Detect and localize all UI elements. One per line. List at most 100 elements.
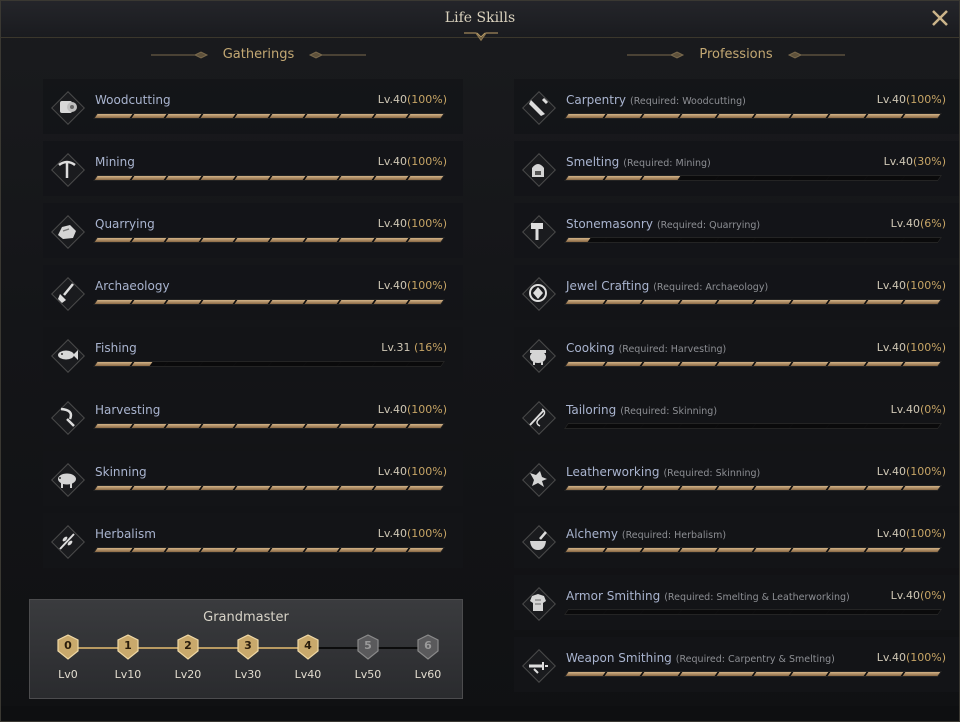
skill-row-leatherworking[interactable]: Leatherworking (Required: Skinning) Lv.40(…: [514, 451, 959, 506]
grandmaster-badge-6: 6: [416, 634, 440, 660]
skill-row-tailoring[interactable]: Tailoring (Required: Skinning) Lv.40(0%): [514, 389, 959, 444]
skill-name: Woodcutting: [95, 93, 171, 107]
skill-level-value: Lv.40: [876, 341, 906, 354]
progress-segment-divider: [639, 238, 645, 242]
armor-icon: [522, 587, 556, 621]
progress-segment-divider: [751, 238, 757, 242]
skill-level: Lv.40(100%): [378, 279, 447, 292]
skill-level-percent: (100%): [905, 651, 946, 664]
hammer-icon: [522, 215, 556, 249]
skill-level-value: Lv.40: [883, 155, 913, 168]
skill-name: Tailoring (Required: Skinning): [566, 403, 717, 417]
skill-name: Weapon Smithing (Required: Carpentry & Sm…: [566, 651, 835, 665]
skill-name-text: Archaeology: [95, 279, 170, 293]
badge-number: 3: [244, 639, 252, 652]
progress-segment-divider: [788, 424, 794, 428]
skill-name: Harvesting: [95, 403, 160, 417]
progress-segment-divider: [863, 610, 868, 614]
professions-header: Professions: [616, 47, 856, 65]
skill-row-carpentry[interactable]: Carpentry (Required: Woodcutting) Lv.40(10…: [514, 79, 959, 134]
title-ornament-icon: [464, 32, 498, 42]
professions-title: Professions: [699, 47, 773, 62]
skill-level-value: Lv.40: [377, 527, 407, 540]
skill-level-percent: (100%): [905, 465, 946, 478]
skill-level-value: Lv.40: [890, 403, 920, 416]
progress-segment-divider: [825, 176, 831, 180]
sword-icon: [522, 649, 556, 683]
skill-name: Herbalism: [95, 527, 156, 541]
skill-name-text: Mining: [95, 155, 135, 169]
progress-segment-divider: [751, 424, 757, 428]
skill-row-archaeology[interactable]: Archaeology Lv.40(100%): [43, 265, 463, 320]
skill-name: Quarrying: [95, 217, 155, 231]
grandmaster-badge-3: 3: [236, 634, 260, 660]
skill-level-value: Lv.40: [377, 279, 407, 292]
skill-row-weapon-smithing[interactable]: Weapon Smithing (Required: Carpentry & Sm…: [514, 637, 959, 692]
gatherings-title: Gatherings: [222, 47, 295, 62]
skill-row-alchemy[interactable]: Alchemy (Required: Herbalism) Lv.40(100%): [514, 513, 959, 568]
progress-segment-divider: [198, 362, 204, 366]
grandmaster-badge-4: 4: [296, 634, 320, 660]
skill-row-jewel-crafting[interactable]: Jewel Crafting (Required: Archaeology) Lv.…: [514, 265, 959, 320]
skill-row-fishing[interactable]: Fishing Lv.31 (16%): [43, 327, 463, 382]
skill-level: Lv.40(100%): [378, 403, 447, 416]
badge-number: 2: [184, 639, 192, 652]
skill-level-value: Lv.40: [876, 527, 906, 540]
progress-segment-divider: [714, 424, 720, 428]
progress-fill: [565, 424, 569, 428]
skill-row-smelting[interactable]: Smelting (Required: Mining) Lv.40(30%): [514, 141, 959, 196]
progress-segment-divider: [302, 362, 307, 366]
skill-level-percent: (100%): [905, 527, 946, 540]
skill-level-percent: (6%): [919, 217, 946, 230]
skill-level: Lv.40(100%): [877, 651, 946, 664]
skill-level: Lv.40(0%): [891, 589, 946, 602]
skill-level: Lv.40(100%): [378, 93, 447, 106]
stone-icon: [51, 215, 85, 249]
life-skills-window: Life Skills Gatherings Professions Woodc…: [0, 0, 960, 722]
skill-level-value: Lv.40: [876, 279, 906, 292]
close-button[interactable]: [929, 7, 951, 29]
skill-name-text: Armor Smithing: [566, 589, 661, 603]
skill-row-cooking[interactable]: Cooking (Required: Harvesting) Lv.40(100%): [514, 327, 959, 382]
skill-name-text: Cooking: [566, 341, 615, 355]
grandmaster-badge-5: 5: [356, 634, 380, 660]
skill-level: Lv.40(100%): [877, 527, 946, 540]
mortar-icon: [522, 525, 556, 559]
skill-name-text: Fishing: [95, 341, 137, 355]
progress-segment-divider: [900, 424, 906, 428]
skill-name-text: Alchemy: [566, 527, 618, 541]
skill-level-percent: (30%): [912, 155, 946, 168]
skill-row-woodcutting[interactable]: Woodcutting Lv.40(100%): [43, 79, 463, 134]
skill-level-percent: (100%): [905, 279, 946, 292]
hide-icon: [522, 463, 556, 497]
progress-segment-divider: [788, 610, 794, 614]
skill-row-skinning[interactable]: Skinning Lv.40(100%): [43, 451, 463, 506]
skill-row-mining[interactable]: Mining Lv.40(100%): [43, 141, 463, 196]
grandmaster-panel: Grandmaster 0 Lv0 1 Lv10 2 Lv20 3 Lv30 4 Lv40 5 Lv5…: [29, 599, 463, 699]
skill-level-value: Lv.31: [381, 341, 411, 354]
progress-fill: [565, 238, 591, 242]
grandmaster-level-label: Lv60: [414, 668, 442, 681]
progress-segment-divider: [371, 362, 377, 366]
progress-bar: [92, 485, 446, 491]
progress-segment-divider: [825, 610, 831, 614]
progress-segment-divider: [863, 176, 868, 180]
skill-row-harvesting[interactable]: Harvesting Lv.40(100%): [43, 389, 463, 444]
progress-bar: [563, 237, 943, 243]
skill-requirement: (Required: Skinning): [663, 468, 761, 479]
grandmaster-title: Grandmaster: [203, 610, 289, 625]
skill-requirement: (Required: Woodcutting): [630, 96, 746, 107]
skill-name: Leatherworking (Required: Skinning): [566, 465, 760, 479]
skill-requirement: (Required: Carpentry & Smelting): [675, 654, 835, 665]
progress-segment-divider: [602, 610, 608, 614]
skill-name-text: Leatherworking: [566, 465, 660, 479]
skill-row-quarrying[interactable]: Quarrying Lv.40(100%): [43, 203, 463, 258]
progress-segment-divider: [900, 176, 906, 180]
skill-row-herbalism[interactable]: Herbalism Lv.40(100%): [43, 513, 463, 568]
skill-name: Archaeology: [95, 279, 170, 293]
skill-row-stonemasonry[interactable]: Stonemasonry (Required: Quarrying) Lv.40(6…: [514, 203, 959, 258]
skill-row-armor-smithing[interactable]: Armor Smithing (Required: Smelting & Leat…: [514, 575, 959, 630]
skill-level: Lv.40(100%): [378, 217, 447, 230]
close-icon: [932, 10, 948, 26]
title-bar: Life Skills: [1, 1, 959, 42]
